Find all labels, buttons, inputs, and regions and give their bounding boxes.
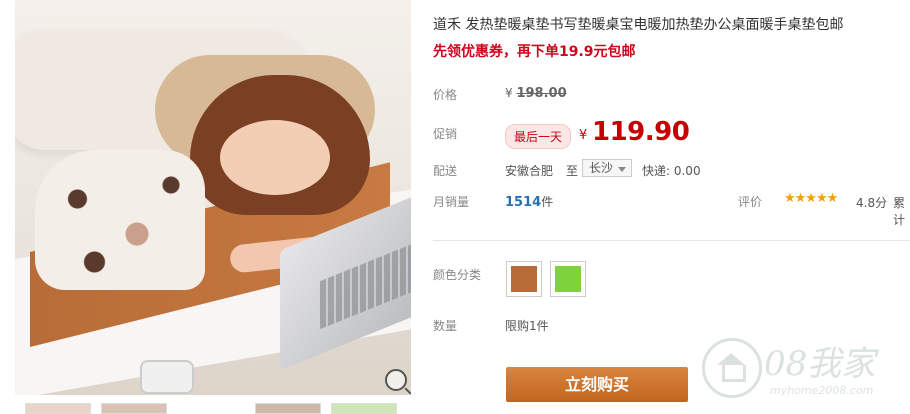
ship-to-label: 至	[566, 164, 579, 178]
quantity-label: 数量	[433, 319, 458, 333]
rating-score: 4.8分	[856, 196, 888, 210]
original-price: ¥ 198.00	[505, 86, 567, 101]
shipping-label: 配送	[433, 164, 458, 178]
sales-unit: 件	[541, 195, 554, 209]
product-title: 道禾 发热垫暖桌垫书写垫暖桌宝电暖加热垫办公桌面暖手桌垫包邮	[433, 17, 844, 33]
color-label: 颜色分类	[433, 268, 482, 282]
image-blanket	[35, 150, 205, 290]
image-face	[220, 120, 330, 195]
purchase-limit: 限购1件	[505, 319, 549, 333]
cumulative-reviews-link[interactable]: 累计	[893, 194, 910, 228]
promotion-label: 促销	[433, 127, 458, 141]
last-day-badge: 最后一天	[505, 124, 572, 149]
divider	[433, 240, 910, 241]
product-image[interactable]	[15, 0, 411, 395]
thumbnail-3[interactable]	[255, 403, 321, 414]
color-option-green[interactable]	[550, 261, 586, 297]
original-currency: ¥	[505, 86, 513, 100]
watermark-url: myhome2008.com	[770, 384, 874, 397]
color-swatch-green	[555, 266, 581, 292]
watermark-text: 08我家	[764, 344, 876, 384]
thumbnail-2[interactable]	[101, 403, 167, 414]
express-fee: 快递: 0.00	[642, 164, 701, 178]
house-icon	[702, 338, 762, 398]
color-swatch-brown	[511, 266, 537, 292]
thumbnail-4[interactable]	[331, 403, 397, 414]
ship-from: 安徽合肥	[505, 164, 554, 178]
price-label: 价格	[433, 88, 458, 102]
chevron-down-icon	[618, 167, 626, 172]
rating-stars: ★★★★★	[784, 191, 838, 206]
monthly-sales: 1514件	[505, 193, 553, 210]
thumbnail-strip	[15, 403, 411, 414]
thumbnail-1[interactable]	[25, 403, 91, 414]
zoom-icon[interactable]	[385, 369, 407, 391]
destination-city-select[interactable]: 长沙	[582, 159, 632, 177]
watermark: 08我家 myhome2008.com	[700, 330, 905, 410]
sales-count: 1514	[505, 195, 542, 210]
image-plug	[140, 360, 194, 394]
buy-now-button[interactable]: 立刻购买	[506, 367, 688, 402]
currency-symbol: ¥	[579, 128, 588, 143]
promo-text: 先领优惠券，再下单19.9元包邮	[433, 44, 636, 60]
original-price-value: 198.00	[516, 86, 567, 101]
destination-city: 长沙	[589, 161, 614, 175]
monthly-sales-label: 月销量	[433, 195, 470, 209]
rating-label: 评价	[738, 195, 763, 209]
sale-price: 119.90	[592, 117, 690, 147]
color-option-brown[interactable]	[506, 261, 542, 297]
